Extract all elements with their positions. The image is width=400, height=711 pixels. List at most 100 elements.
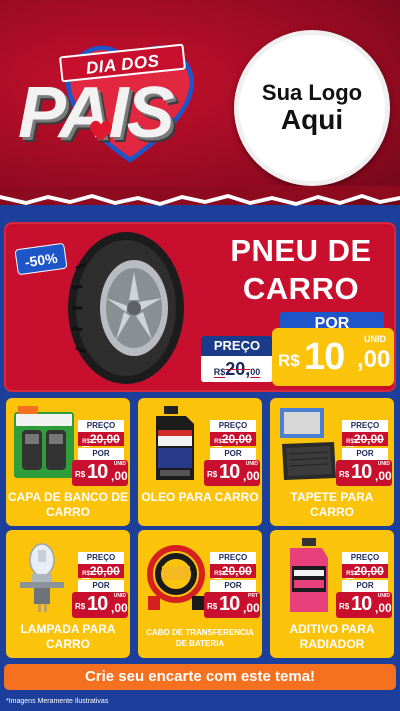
product-card-bulb[interactable]: PREÇO R$20,00 POR R$ 10 ,00 UNID LAMPADA… xyxy=(6,530,130,658)
featured-old-cents: 00 xyxy=(250,367,261,377)
card-unit-label: UNID xyxy=(113,461,126,467)
card-old-price: R$20,00 xyxy=(342,432,388,446)
headlight-bulb-icon xyxy=(20,543,64,612)
oil-bottle-icon xyxy=(156,406,194,480)
card-title: OLEO PARA CARRO xyxy=(141,490,259,504)
featured-old-price-box: PREÇO R$20,00 xyxy=(201,336,273,382)
seat-cover-icon xyxy=(14,406,74,478)
card-new-currency: R$ xyxy=(207,602,218,611)
card-new-currency: R$ xyxy=(207,470,218,479)
card-new-price: R$ 10 ,00 UNID xyxy=(336,460,392,486)
card-preco-label: PREÇO xyxy=(342,420,388,432)
card-old-value: 20,00 xyxy=(221,564,252,578)
card-new-currency: R$ xyxy=(75,602,86,611)
card-old-value: 20,00 xyxy=(353,432,384,446)
card-preco-label: PREÇO xyxy=(342,552,388,564)
card-unit-label: UNID xyxy=(113,593,126,599)
header: DIA DOS PAIS Sua Logo Aqui xyxy=(0,0,400,205)
card-old-currency: R$ xyxy=(346,571,354,577)
radiator-additive-icon xyxy=(290,538,328,612)
logo-placeholder[interactable]: Sua Logo Aqui xyxy=(234,30,390,186)
card-new-value: 10 xyxy=(351,593,372,615)
card-new-cents: ,00 xyxy=(243,469,260,483)
featured-product-card[interactable]: -50% PNEU DE CARRO POR PREÇO R$20,00 UNI… xyxy=(4,222,396,392)
card-por-label: POR xyxy=(342,448,388,460)
card-por-label: POR xyxy=(78,580,124,592)
jumper-cable-icon xyxy=(147,545,205,610)
card-old-currency: R$ xyxy=(214,571,222,577)
featured-preco-label: PREÇO xyxy=(201,336,273,356)
card-preco-label: PREÇO xyxy=(210,420,256,432)
card-title: LAMPADA PARA CARRO xyxy=(20,622,116,651)
disclaimer: *Imagens Meramente Ilustrativas xyxy=(6,698,109,705)
featured-old-price: R$20,00 xyxy=(201,356,273,382)
card-old-price: R$20,00 xyxy=(342,564,388,578)
card-new-price: R$ 10 ,00 UNID xyxy=(72,592,128,618)
torn-paper-edge xyxy=(0,186,400,206)
card-old-price: R$20,00 xyxy=(78,564,124,578)
card-old-currency: R$ xyxy=(346,439,354,445)
card-unit-label: PRT xyxy=(248,593,258,599)
card-old-value: 20,00 xyxy=(89,564,120,578)
card-por-label: POR xyxy=(210,448,256,460)
card-new-value: 10 xyxy=(87,461,108,483)
card-por-label: POR xyxy=(78,448,124,460)
card-old-price: R$20,00 xyxy=(210,432,256,446)
featured-title-line2: CARRO xyxy=(242,271,360,306)
card-preco-label: PREÇO xyxy=(78,552,124,564)
featured-unid-label: UNID xyxy=(364,334,386,344)
card-old-currency: R$ xyxy=(214,439,222,445)
featured-title-line1: PNEU DE xyxy=(230,233,372,268)
card-title: CABO DE TRANSFERENCIA DE BATERIA xyxy=(146,628,254,648)
featured-new-price-box: UNID R$ 10 ,00 xyxy=(272,328,394,386)
card-new-price: R$ 10 ,00 UNID xyxy=(72,460,128,486)
card-old-price: R$20,00 xyxy=(210,564,256,578)
card-unit-label: UNID xyxy=(245,461,258,467)
product-card-seat-cover[interactable]: PREÇO R$20,00 POR R$ 10 ,00 UNID CAPA DE… xyxy=(6,398,130,526)
card-new-value: 10 xyxy=(219,593,240,615)
card-old-currency: R$ xyxy=(82,439,90,445)
card-new-currency: R$ xyxy=(339,602,350,611)
product-card-cable[interactable]: PREÇO R$20,00 POR R$ 10 ,00 PRT CABO DE … xyxy=(138,530,262,658)
card-new-price: R$ 10 ,00 UNID xyxy=(204,460,260,486)
featured-new-value: 10 xyxy=(304,336,345,378)
featured-title: PNEU DE CARRO xyxy=(206,232,396,308)
card-unit-label: UNID xyxy=(377,461,390,467)
card-new-value: 10 xyxy=(351,461,372,483)
tire-icon xyxy=(68,232,184,384)
logo-text-line2: Aqui xyxy=(280,103,344,135)
card-new-currency: R$ xyxy=(75,470,86,479)
featured-new-currency: R$ xyxy=(278,351,300,370)
product-card-oil[interactable]: PREÇO R$20,00 POR R$ 10 ,00 UNID OLEO PA… xyxy=(138,398,262,526)
card-new-price: R$ 10 ,00 UNID xyxy=(336,592,392,618)
card-title: CAPA DE BANCO DE CARRO xyxy=(8,490,129,519)
product-card-additive[interactable]: PREÇO R$20,00 POR R$ 10 ,00 UNID ADITIVO… xyxy=(270,530,394,658)
card-old-currency: R$ xyxy=(82,571,90,577)
card-new-cents: ,00 xyxy=(111,601,128,615)
card-por-label: POR xyxy=(210,580,256,592)
featured-new-cents: ,00 xyxy=(357,346,391,373)
card-new-cents: ,00 xyxy=(375,601,392,615)
car-mat-icon xyxy=(280,408,336,480)
card-old-price: R$20,00 xyxy=(78,432,124,446)
product-card-mat[interactable]: PREÇO R$20,00 POR R$ 10 ,00 UNID TAPETE … xyxy=(270,398,394,526)
card-preco-label: PREÇO xyxy=(210,552,256,564)
card-por-label: POR xyxy=(342,580,388,592)
card-new-cents: ,00 xyxy=(111,469,128,483)
card-new-cents: ,00 xyxy=(375,469,392,483)
card-new-cents: ,00 xyxy=(243,601,260,615)
card-new-value: 10 xyxy=(87,593,108,615)
card-old-value: 20,00 xyxy=(221,432,252,446)
card-title: TAPETE PARA CARRO xyxy=(290,490,374,519)
card-new-price: R$ 10 ,00 PRT xyxy=(204,592,260,618)
card-old-value: 20,00 xyxy=(353,564,384,578)
card-preco-label: PREÇO xyxy=(78,420,124,432)
small-heart-icon xyxy=(90,120,112,141)
card-old-value: 20,00 xyxy=(89,432,120,446)
card-new-currency: R$ xyxy=(339,470,350,479)
logo-text-line1: Sua Logo xyxy=(261,79,363,105)
featured-old-currency: R$ xyxy=(213,367,226,377)
card-unit-label: UNID xyxy=(377,593,390,599)
create-flyer-button[interactable]: Crie seu encarte com este tema! xyxy=(4,664,396,690)
featured-old-value: 20, xyxy=(225,359,251,379)
